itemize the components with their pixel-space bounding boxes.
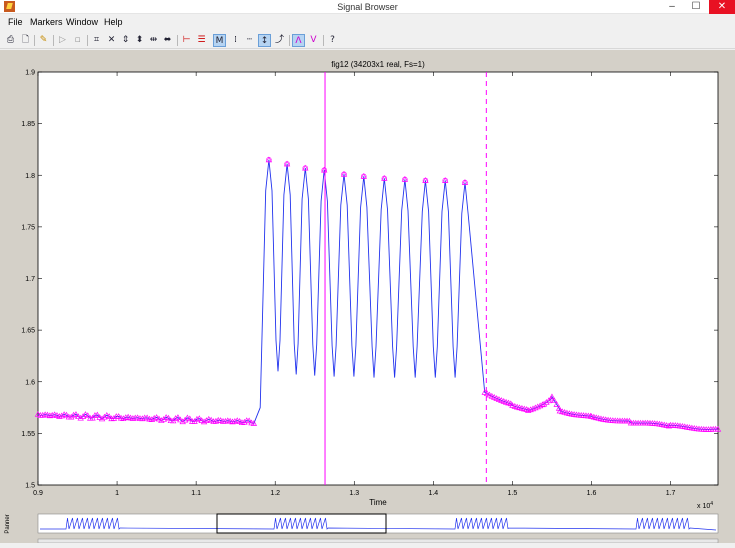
zoom-out-y-icon[interactable]: ⬍	[133, 34, 146, 47]
zoom-in-x-icon[interactable]: ⇹	[147, 34, 160, 47]
scrollbar[interactable]	[37, 538, 719, 544]
x-tick-label: 1.7	[666, 490, 676, 497]
peaks-icon[interactable]: ┄	[243, 34, 256, 47]
panner-label: Panner	[5, 514, 11, 533]
x-tick-label: 1.1	[191, 490, 201, 497]
x-axis-label: Time	[369, 498, 387, 507]
play-icon[interactable]: ▷	[56, 34, 69, 47]
x-tick-label: 1.4	[428, 490, 438, 497]
y-tick-label: 1.5	[25, 483, 35, 490]
close-button[interactable]: ✕	[709, 0, 735, 14]
valleys-icon[interactable]: ↕	[258, 34, 271, 47]
y-tick-label: 1.75	[21, 224, 35, 231]
zoom-out-x-icon[interactable]: ⬌	[161, 34, 174, 47]
print-preview-icon[interactable]: 🗋	[19, 34, 32, 47]
signal-browser-window: Signal Browser – ☐ ✕ File Markers Window…	[0, 0, 735, 544]
help-icon[interactable]: ?	[326, 34, 339, 47]
x-tick-label: 1.5	[508, 490, 518, 497]
slope-markers-icon[interactable]: ⁞	[229, 34, 242, 47]
x-tick-label: 0.9	[33, 490, 43, 497]
full-view-icon[interactable]: ✕	[105, 34, 118, 47]
markers-hide-icon[interactable]: V	[307, 34, 320, 47]
menu-bar: File Markers Window Help	[0, 16, 735, 30]
plot-area: fig12 (34203x1 real, Fs=1) 0.9 1 1.1 1.2 1.3…	[0, 50, 735, 544]
x-multiplier: x 104	[697, 501, 713, 510]
y-tick-label: 1.9	[25, 70, 35, 77]
menu-markers[interactable]: Markers	[30, 17, 63, 27]
zoom-in-y-icon[interactable]: ⇕	[119, 34, 132, 47]
stop-icon[interactable]: ▫	[71, 34, 84, 47]
marker-settings-icon[interactable]: ⤴	[273, 34, 286, 47]
y-tick-label: 1.65	[21, 328, 35, 335]
menu-help[interactable]: Help	[104, 17, 123, 27]
y-tick-label: 1.8	[25, 173, 35, 180]
window-title: Signal Browser	[337, 2, 398, 12]
maximize-button[interactable]: ☐	[685, 0, 707, 14]
y-tick-label: 1.55	[21, 431, 35, 438]
menu-window[interactable]: Window	[66, 17, 98, 27]
y-tick-label: 1.85	[21, 121, 35, 128]
zoom-box-icon[interactable]: ⌗	[90, 34, 103, 47]
print-icon[interactable]: ⎙	[4, 34, 17, 47]
panner[interactable]	[37, 513, 719, 534]
plot-title: fig12 (34203x1 real, Fs=1)	[331, 60, 425, 69]
toolbar: ⎙ 🗋 ✎ ▷ ▫ ⌗ ✕ ⇕ ⬍ ⇹ ⬌ ⊢ ☰ M ⁞ ┄ ↕ ⤴ Λ V …	[0, 32, 735, 49]
select-trace-icon[interactable]: ✎	[37, 34, 50, 47]
markers-show-icon[interactable]: Λ	[292, 34, 305, 47]
x-tick-label: 1.2	[270, 490, 280, 497]
y-tick-label: 1.6	[25, 379, 35, 386]
x-tick-label: 1.3	[349, 490, 359, 497]
title-bar: Signal Browser – ☐ ✕	[0, 0, 735, 14]
vertical-markers-icon[interactable]: ⊢	[180, 34, 193, 47]
menu-file[interactable]: File	[8, 17, 23, 27]
horizontal-markers-icon[interactable]: ☰	[195, 34, 208, 47]
minimize-button[interactable]: –	[661, 0, 683, 14]
x-tick-label: 1.6	[587, 490, 597, 497]
x-tick-label: 1	[115, 490, 119, 497]
y-tick-label: 1.7	[25, 276, 35, 283]
signal-chart[interactable]: fig12 (34203x1 real, Fs=1) 0.9 1 1.1 1.2 1.3…	[0, 50, 735, 544]
track-markers-icon[interactable]: M	[213, 34, 226, 47]
